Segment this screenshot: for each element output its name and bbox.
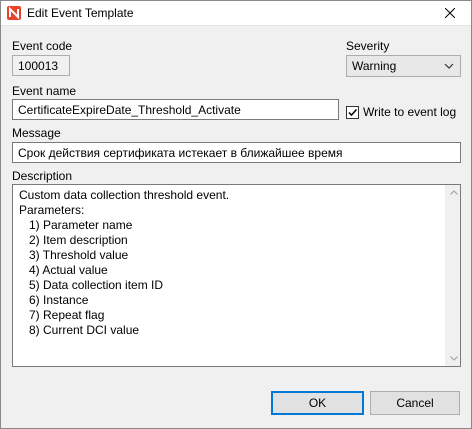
description-line: Custom data collection threshold event. bbox=[19, 188, 230, 202]
chevron-up-icon bbox=[449, 190, 458, 195]
chevron-down-icon bbox=[449, 356, 458, 361]
dialog-window: Edit Event Template Event code 100013 Se… bbox=[0, 0, 472, 429]
description-label: Description bbox=[12, 169, 73, 183]
close-icon bbox=[445, 8, 455, 18]
event-name-field[interactable]: CertificateExpireDate_Threshold_Activate bbox=[12, 99, 339, 120]
description-line: 4) Actual value bbox=[19, 263, 108, 277]
severity-dropdown[interactable]: Warning bbox=[346, 55, 461, 77]
cancel-button[interactable]: Cancel bbox=[370, 391, 460, 415]
checkmark-icon bbox=[348, 108, 358, 116]
description-textarea[interactable]: Custom data collection threshold event. P… bbox=[12, 184, 461, 367]
message-field[interactable]: Срок действия сертификата истекает в бли… bbox=[12, 142, 461, 163]
chevron-down-icon bbox=[444, 63, 454, 69]
description-line: 1) Parameter name bbox=[19, 218, 133, 232]
message-label: Message bbox=[12, 126, 61, 140]
scroll-up-arrow[interactable] bbox=[446, 185, 460, 200]
write-to-log-checkbox[interactable] bbox=[346, 105, 359, 119]
description-line: 5) Data collection item ID bbox=[19, 278, 164, 292]
event-code-field: 100013 bbox=[12, 55, 70, 76]
description-line: 2) Item description bbox=[19, 233, 128, 247]
description-line: 8) Current DCI value bbox=[19, 323, 140, 337]
description-line: Parameters: bbox=[19, 203, 85, 217]
event-name-label: Event name bbox=[12, 84, 77, 98]
ok-button[interactable]: OK bbox=[271, 391, 364, 415]
write-to-log-label: Write to event log bbox=[363, 105, 457, 119]
close-button[interactable] bbox=[429, 1, 471, 25]
scroll-down-arrow[interactable] bbox=[446, 351, 460, 366]
app-logo-icon bbox=[7, 6, 21, 20]
window-title: Edit Event Template bbox=[27, 6, 134, 20]
description-line: 3) Threshold value bbox=[19, 248, 129, 262]
title-bar[interactable]: Edit Event Template bbox=[1, 1, 471, 26]
severity-label: Severity bbox=[346, 39, 390, 53]
description-line: 7) Repeat flag bbox=[19, 308, 105, 322]
event-code-label: Event code bbox=[12, 39, 73, 53]
severity-selected-value: Warning bbox=[352, 59, 397, 73]
write-to-log-option[interactable]: Write to event log bbox=[346, 104, 456, 120]
vertical-scrollbar[interactable] bbox=[445, 185, 460, 366]
description-lines: Custom data collection threshold event. P… bbox=[19, 188, 454, 338]
description-line: 6) Instance bbox=[19, 293, 89, 307]
